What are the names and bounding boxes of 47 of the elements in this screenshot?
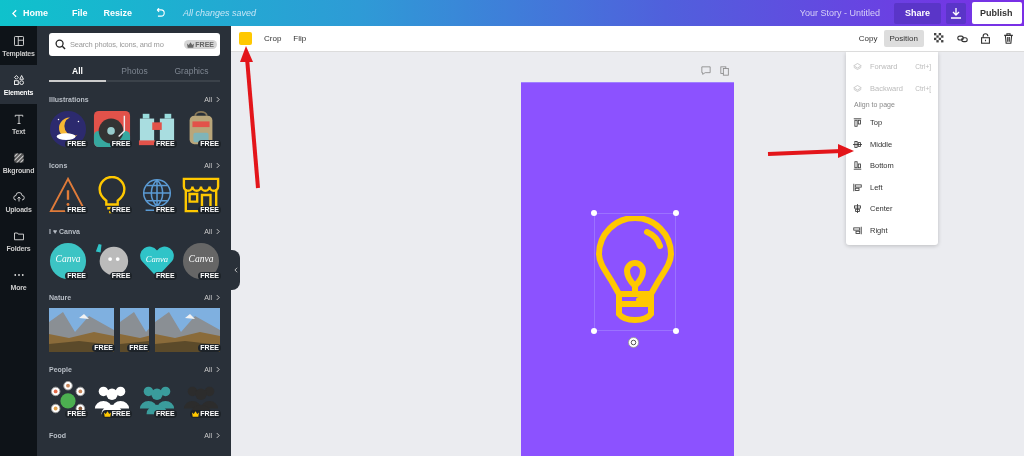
chevron-left-icon <box>233 267 238 273</box>
rotate-handle[interactable] <box>628 337 639 348</box>
back-chevron-icon <box>12 8 17 18</box>
chevron-right-icon <box>216 366 220 373</box>
hatch-icon <box>12 151 25 164</box>
publish-button[interactable]: Publish <box>972 2 1022 24</box>
layer-forward-icon <box>853 62 862 72</box>
chevron-right-icon <box>216 228 220 235</box>
share-button[interactable]: Share <box>894 2 941 24</box>
folder-icon <box>12 229 25 242</box>
lock-icon[interactable] <box>980 33 991 44</box>
align-top-icon <box>853 118 862 128</box>
toolbar-button[interactable]: Crop <box>258 30 288 47</box>
layer-backward-icon <box>853 83 862 93</box>
download-button[interactable] <box>946 2 966 24</box>
panel-tab[interactable]: Photos <box>106 62 163 82</box>
align-right-icon <box>853 225 862 235</box>
chevron-right-icon <box>216 162 220 169</box>
storefront-icon <box>182 176 220 214</box>
panel-tab[interactable]: All <box>49 62 106 82</box>
align-bottom-icon <box>853 161 862 171</box>
trash-icon[interactable] <box>1003 33 1014 44</box>
transparency-icon[interactable] <box>934 33 945 44</box>
cloud-upload-icon <box>12 190 25 203</box>
color-swatch[interactable] <box>239 32 252 45</box>
moon-illustration <box>49 110 87 148</box>
document-title: Your Story - Untitled <box>799 8 880 18</box>
shapes-icon <box>12 73 25 86</box>
toolbar-button[interactable]: Flip <box>287 30 313 47</box>
layout-icon <box>12 34 25 47</box>
chevron-right-icon <box>216 96 220 103</box>
save-status: All changes saved <box>183 8 257 18</box>
position-button[interactable]: Position <box>883 30 924 47</box>
align-left-icon <box>853 182 862 192</box>
chevron-right-icon <box>216 294 220 301</box>
panel-tab[interactable]: Graphics <box>163 62 220 82</box>
text-icon <box>12 112 25 125</box>
crown-icon <box>187 41 195 48</box>
collapse-handle[interactable] <box>231 250 240 290</box>
copy-button[interactable]: Copy <box>852 30 884 47</box>
chevron-right-icon <box>216 432 220 439</box>
turntable-illustration <box>93 110 132 148</box>
download-icon <box>950 7 962 19</box>
align-middle-icon <box>853 139 862 149</box>
search-icon <box>55 39 66 50</box>
align-center-icon <box>853 204 862 214</box>
link-icon[interactable] <box>957 33 968 44</box>
